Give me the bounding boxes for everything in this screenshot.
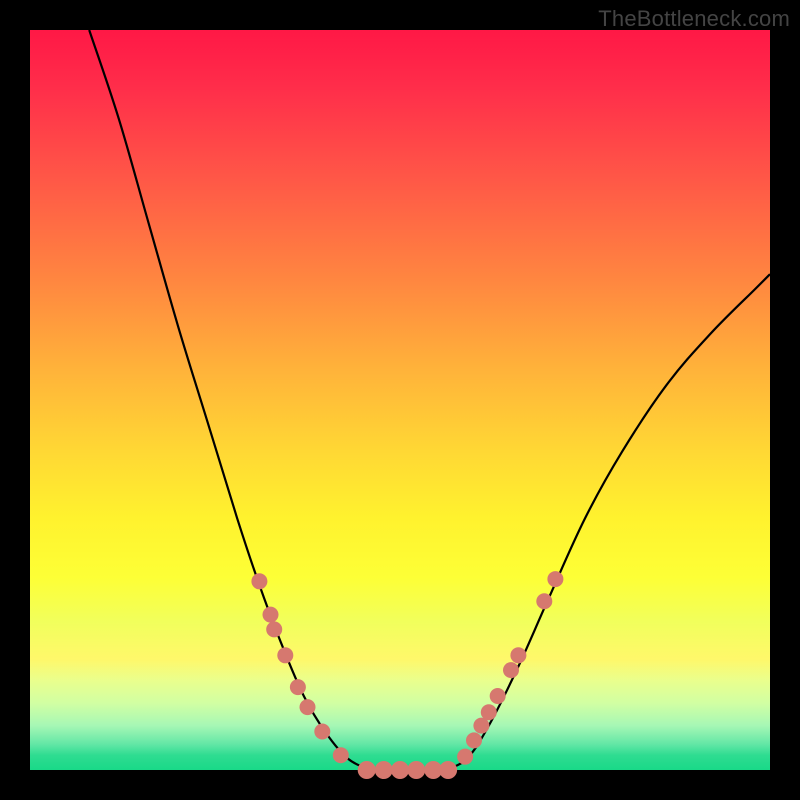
dot-left-1 bbox=[263, 607, 279, 623]
attribution-text: TheBottleneck.com bbox=[598, 6, 790, 32]
dot-right-6 bbox=[510, 647, 526, 663]
dot-bottom-2 bbox=[391, 761, 409, 779]
dot-left-4 bbox=[290, 679, 306, 695]
dot-left-5 bbox=[300, 699, 316, 715]
curve-svg bbox=[30, 30, 770, 770]
dot-left-7 bbox=[333, 747, 349, 763]
dot-right-1 bbox=[466, 732, 482, 748]
dot-right-4 bbox=[490, 688, 506, 704]
chart-stage: TheBottleneck.com bbox=[0, 0, 800, 800]
gradient-frame bbox=[30, 30, 770, 770]
data-dots bbox=[251, 571, 563, 779]
dot-bottom-0 bbox=[358, 761, 376, 779]
dot-left-3 bbox=[277, 647, 293, 663]
dot-right-7 bbox=[536, 593, 552, 609]
dot-bottom-1 bbox=[375, 761, 393, 779]
dot-left-2 bbox=[266, 621, 282, 637]
dot-right-0 bbox=[457, 749, 473, 765]
dot-right-5 bbox=[503, 662, 519, 678]
dot-right-3 bbox=[481, 704, 497, 720]
bottleneck-curve bbox=[89, 30, 770, 771]
dot-bottom-5 bbox=[439, 761, 457, 779]
dot-left-0 bbox=[251, 573, 267, 589]
dot-right-8 bbox=[547, 571, 563, 587]
dot-left-6 bbox=[314, 724, 330, 740]
dot-bottom-3 bbox=[407, 761, 425, 779]
